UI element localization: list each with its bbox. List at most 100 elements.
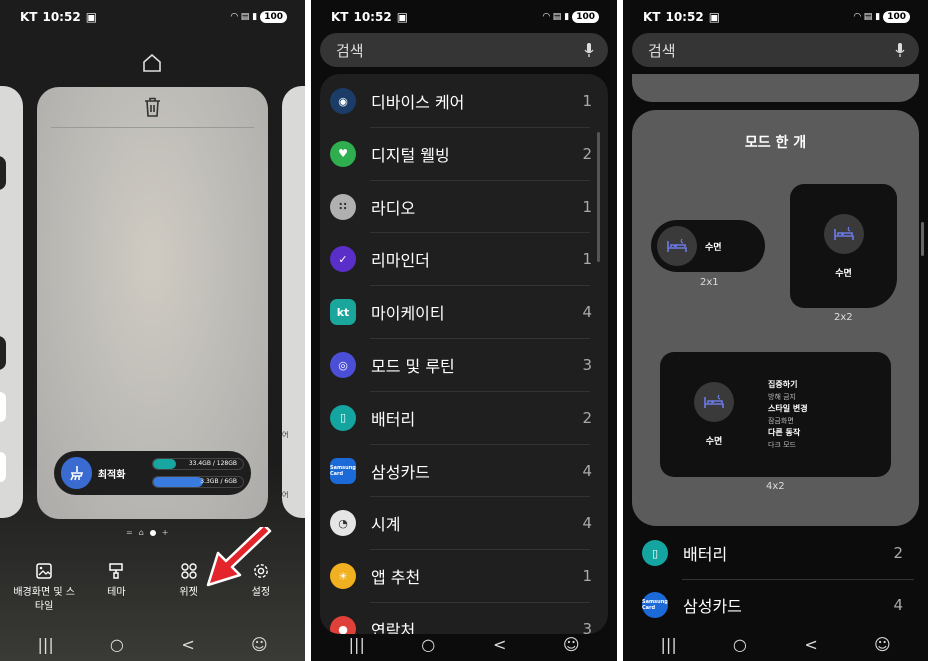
detail-sub: 방해 금지 — [768, 392, 796, 401]
app-name: 삼성카드 — [683, 597, 742, 616]
widget-app-row-clock[interactable]: ◔ 시계 4 — [320, 497, 608, 549]
status-bar: KT 10:52 ▣ ◠ ▤ ▮ 100 — [623, 0, 928, 34]
app-name: 배터리 — [683, 545, 728, 564]
carrier: KT — [20, 10, 38, 24]
carrier: KT — [643, 10, 661, 24]
home-button[interactable]: ○ — [720, 635, 760, 654]
wallpaper-icon — [36, 563, 52, 579]
app-count: 4 — [582, 514, 592, 533]
detail-title: 스타일 변경 — [768, 403, 808, 413]
home-button[interactable]: ○ — [408, 635, 448, 654]
app-count: 4 — [893, 596, 903, 614]
mode-widget-2x1[interactable]: 수면 — [651, 220, 765, 272]
app-name: 시계 — [371, 515, 401, 535]
side-text: 어 — [282, 431, 289, 439]
detail-sub: 잠금화면 — [768, 416, 794, 425]
home-dot-icon: ⌂ — [138, 528, 144, 537]
widget-app-row-battery[interactable]: ▯ 배터리 2 — [632, 528, 919, 578]
my-kt-icon: kt — [330, 299, 356, 326]
page-preview-right[interactable]: 어 어 — [282, 86, 305, 518]
clock-icon: ◔ — [330, 510, 356, 537]
ram-bar-text: 3.3GB / 6GB — [200, 478, 237, 485]
app-name: 라디오 — [371, 198, 416, 218]
wallpaper-label: 배경화면 및 스타일 — [13, 587, 75, 612]
samsung-card-icon: Samsung Card — [642, 592, 668, 618]
mode-widget-2x2[interactable]: 수면 — [790, 184, 897, 308]
side-dot — [0, 156, 6, 190]
back-button[interactable]: < — [168, 635, 208, 654]
widget-app-row-modes-routines[interactable]: ◎ 모드 및 루틴 3 — [320, 339, 608, 391]
app-name: 앱 추천 — [371, 568, 421, 588]
widget-app-row-reminder[interactable]: ✓ 리마인더 1 — [320, 233, 608, 285]
back-button[interactable]: < — [480, 635, 520, 654]
home-button[interactable]: ○ — [97, 635, 137, 654]
side-dot — [0, 336, 6, 370]
wallpaper-button[interactable]: 배경화면 및 스타일 — [11, 562, 77, 614]
app-count: 4 — [582, 461, 592, 480]
app-name: 디지털 웰빙 — [371, 145, 450, 165]
app-name: 리마인더 — [371, 251, 430, 271]
screenshot-icon: ▣ — [85, 10, 98, 24]
page-dot-active — [149, 529, 156, 536]
battery-badge: 100 — [883, 11, 910, 23]
recents-button[interactable]: ||| — [26, 635, 66, 654]
add-page-icon[interactable]: + — [162, 528, 169, 537]
signal-icon: ▮ — [252, 12, 258, 22]
accessibility-icon[interactable]: ☺ — [239, 635, 279, 654]
widget-app-row-device-care[interactable]: ◉ 디바이스 케어 1 — [320, 75, 608, 127]
page-indicator[interactable]: = ⌂ + — [126, 528, 168, 537]
widget-app-list[interactable]: ◉ 디바이스 케어 1 ♥ 디지털 웰빙 2 ∷ 라디오 1 ✓ 리마인더 1 kt 마이케이티 4 ◎ 모드 … — [320, 74, 608, 634]
device-care-icon: ◉ — [330, 88, 356, 114]
recents-button[interactable]: ||| — [337, 635, 377, 654]
reminder-icon: ✓ — [330, 246, 356, 273]
widgets-icon — [180, 563, 197, 579]
previous-widget-group[interactable] — [632, 74, 919, 102]
trash-icon[interactable] — [144, 97, 161, 117]
device-care-widget[interactable]: 최적화 33.4GB / 128GB 3.3GB / 6GB — [54, 451, 251, 495]
widget-app-row-samsung-card[interactable]: Samsung Card 삼성카드 4 — [320, 445, 608, 497]
widget-list-screen: KT 10:52 ▣ ◠ ▤ ▮ 100 검색 ◉ 디바이스 케어 1 ♥ 디지털 웰빙 2 ∷ 라디오… — [311, 0, 617, 661]
clock: 10:52 — [42, 10, 81, 24]
app-count: 2 — [893, 544, 903, 562]
size-label-2x2: 2x2 — [834, 312, 853, 323]
red-arrow-annotation — [206, 527, 272, 587]
recents-button[interactable]: ||| — [649, 635, 689, 654]
mode-widget-screen: KT 10:52 ▣ ◠ ▤ ▮ 100 검색 모드 한 개 수면 2x1 수면 2x2 … — [623, 0, 928, 661]
app-count: 1 — [582, 197, 592, 216]
modes-routines-icon: ◎ — [330, 352, 356, 378]
page-preview-current[interactable]: 최적화 33.4GB / 128GB 3.3GB / 6GB — [37, 87, 268, 519]
widget-app-row-app-recommend[interactable]: ☀ 앱 추천 1 — [320, 550, 608, 602]
widget-app-row-battery[interactable]: ▯ 배터리 2 — [320, 392, 608, 444]
mode-widget-4x2[interactable]: 수면 집중하기 방해 금지 스타일 변경 잠금화면 다른 동작 다크 모드 — [660, 352, 891, 477]
volte-icon: ▤ — [552, 12, 562, 22]
accessibility-icon[interactable]: ☺ — [862, 635, 902, 654]
widget-app-row-digital-wellbeing[interactable]: ♥ 디지털 웰빙 2 — [320, 128, 608, 180]
widget-app-row-my-kt[interactable]: kt 마이케이티 4 — [320, 286, 608, 338]
mic-icon[interactable] — [895, 42, 905, 58]
widget-search-bar[interactable]: 검색 — [632, 33, 919, 67]
digital-wellbeing-icon: ♥ — [330, 140, 356, 167]
sleep-bed-icon — [657, 226, 697, 266]
app-count: 4 — [582, 303, 592, 322]
accessibility-icon[interactable]: ☺ — [551, 635, 591, 654]
sleep-bed-icon — [694, 382, 734, 422]
app-name: 배터리 — [371, 409, 416, 429]
widget-app-row-samsung-card[interactable]: Samsung Card 삼성카드 4 — [632, 580, 919, 630]
home-page-icon[interactable] — [142, 54, 162, 72]
scrollbar[interactable] — [921, 222, 924, 256]
size-label-2x1: 2x1 — [700, 277, 719, 288]
mic-icon[interactable] — [584, 42, 594, 58]
battery-badge: 100 — [260, 11, 287, 23]
signal-icon: ▮ — [875, 12, 881, 22]
theme-button[interactable]: 테마 — [83, 562, 149, 614]
back-button[interactable]: < — [791, 635, 831, 654]
screenshot-icon: ▣ — [708, 10, 721, 24]
widget-search-bar[interactable]: 검색 — [320, 33, 608, 67]
detail-title: 집중하기 — [768, 379, 798, 389]
page-indicator-lines: = — [126, 528, 133, 537]
theme-brush-icon — [109, 563, 124, 579]
volte-icon: ▤ — [240, 12, 250, 22]
card-icon-text: Samsung Card — [642, 599, 668, 611]
divider — [51, 127, 254, 128]
widget-app-row-radio[interactable]: ∷ 라디오 1 — [320, 181, 608, 233]
